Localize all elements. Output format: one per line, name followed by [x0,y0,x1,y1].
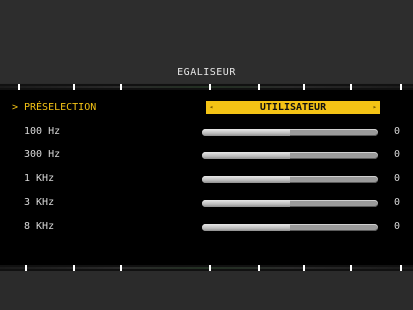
band-slider[interactable] [202,224,378,231]
band-slider[interactable] [202,176,378,183]
band-slider[interactable] [202,200,378,207]
band-value: 0 [394,149,401,160]
slider-fill [202,129,290,136]
preset-label: PRÉSELECTION [24,102,97,113]
slider-fill [202,224,290,231]
menu-title: EGALISEUR [177,67,236,78]
band-row-3khz[interactable]: 3 KHz 0 [0,194,413,214]
preset-selector[interactable]: ◂ UTILISATEUR ▸ [206,101,380,114]
osd-footer-area [0,271,413,310]
band-label: 100 Hz [24,126,61,137]
band-label: 300 Hz [24,149,61,160]
band-value: 0 [394,126,401,137]
band-value: 0 [394,197,401,208]
band-row-300hz[interactable]: 300 Hz 0 [0,146,413,166]
band-slider[interactable] [202,152,378,159]
band-value: 0 [394,173,401,184]
band-slider[interactable] [202,129,378,136]
osd-screen: EGALISEUR > PRÉSELECTION ◂ UTILISATEUR ▸… [0,0,413,310]
slider-fill [202,176,290,183]
slider-fill [202,200,290,207]
slider-fill [202,152,290,159]
arrow-left-icon[interactable]: ◂ [209,101,213,114]
band-row-100hz[interactable]: 100 Hz 0 [0,123,413,143]
selection-arrow-icon: > [12,102,19,113]
band-label: 8 KHz [24,221,55,232]
preset-value: UTILISATEUR [259,102,327,113]
band-label: 3 KHz [24,197,55,208]
band-label: 1 KHz [24,173,55,184]
band-row-1khz[interactable]: 1 KHz 0 [0,170,413,190]
band-row-8khz[interactable]: 8 KHz 0 [0,218,413,238]
band-value: 0 [394,221,401,232]
equalizer-panel: > PRÉSELECTION ◂ UTILISATEUR ▸ 100 Hz 0 … [0,90,413,265]
preset-row[interactable]: > PRÉSELECTION ◂ UTILISATEUR ▸ [0,99,413,119]
arrow-right-icon[interactable]: ▸ [373,101,377,114]
